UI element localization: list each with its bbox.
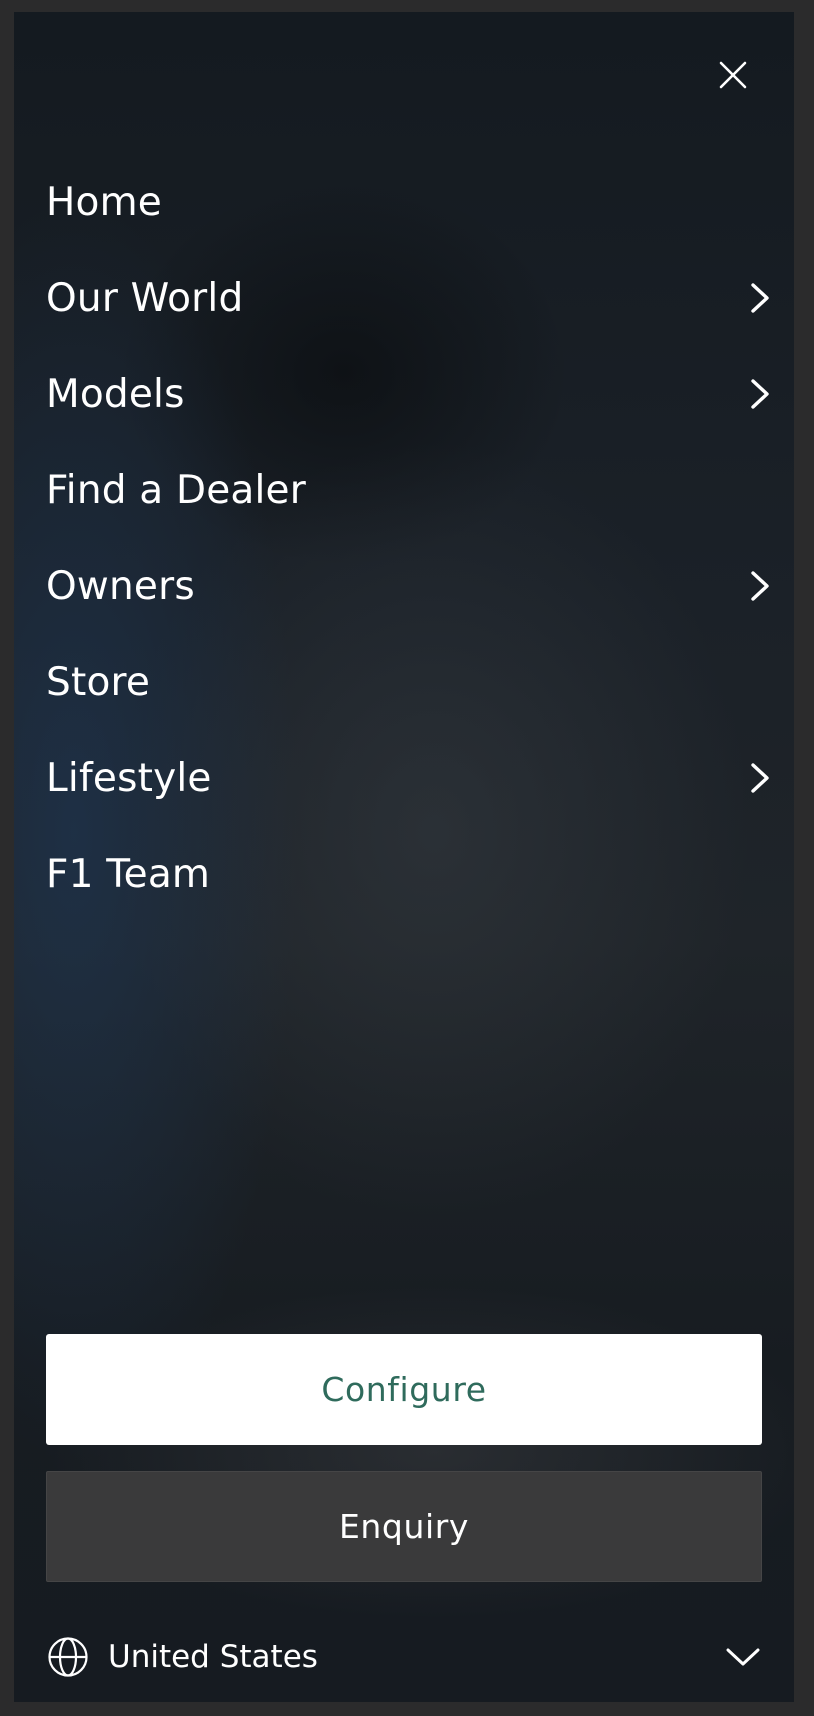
navigation-drawer: Home Our World Models Find a Dealer Owne…	[14, 12, 794, 1702]
menu-item-label: Models	[46, 371, 185, 417]
menu-item-owners[interactable]: Owners	[46, 538, 778, 634]
chevron-down-icon	[724, 1639, 762, 1675]
menu-item-label: Store	[46, 659, 151, 705]
chevron-right-icon	[740, 567, 778, 605]
chevron-right-icon	[740, 375, 778, 413]
menu-item-label: F1 Team	[46, 851, 211, 897]
menu-item-label: Our World	[46, 275, 244, 321]
enquiry-button[interactable]: Enquiry	[46, 1471, 762, 1582]
main-menu: Home Our World Models Find a Dealer Owne…	[46, 154, 778, 922]
menu-item-models[interactable]: Models	[46, 346, 778, 442]
menu-item-label: Lifestyle	[46, 755, 212, 801]
menu-item-find-a-dealer[interactable]: Find a Dealer	[46, 442, 778, 538]
close-icon	[719, 61, 747, 89]
menu-item-our-world[interactable]: Our World	[46, 250, 778, 346]
enquiry-button-label: Enquiry	[338, 1507, 470, 1546]
region-label: United States	[108, 1639, 318, 1675]
menu-item-lifestyle[interactable]: Lifestyle	[46, 730, 778, 826]
chevron-right-icon	[740, 759, 778, 797]
configure-button[interactable]: Configure	[46, 1334, 762, 1445]
close-button[interactable]	[710, 52, 756, 98]
menu-item-f1-team[interactable]: F1 Team	[46, 826, 778, 922]
menu-item-home[interactable]: Home	[46, 154, 778, 250]
menu-item-store[interactable]: Store	[46, 634, 778, 730]
chevron-right-icon	[740, 279, 778, 317]
menu-item-label: Owners	[46, 563, 195, 609]
globe-icon	[46, 1635, 90, 1679]
menu-item-label: Home	[46, 179, 162, 225]
configure-button-label: Configure	[321, 1370, 487, 1409]
menu-item-label: Find a Dealer	[46, 467, 306, 513]
region-selector[interactable]: United States	[46, 1622, 766, 1692]
